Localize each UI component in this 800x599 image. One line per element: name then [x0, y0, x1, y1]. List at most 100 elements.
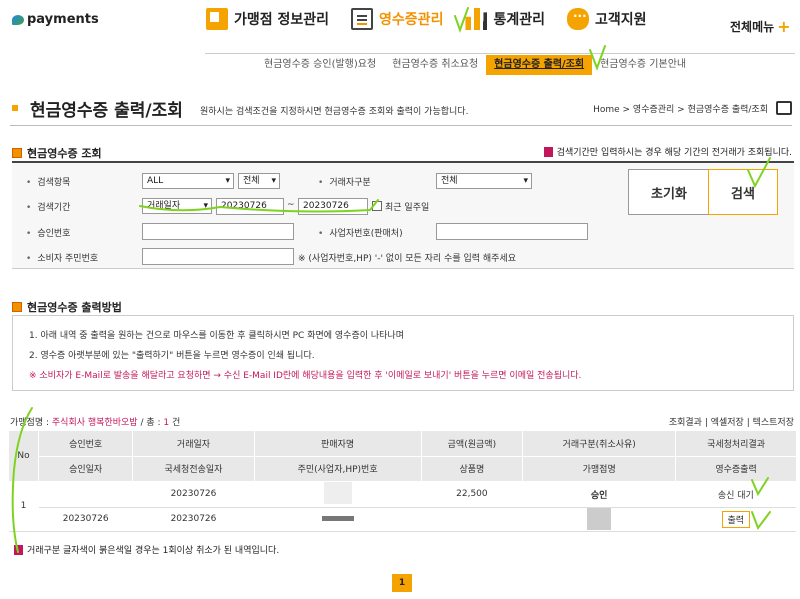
result-export-links[interactable]: 조회결과 | 엑셀저장 | 텍스트저장 [669, 415, 794, 428]
col-nts-send-date: 국세청전송일자 [132, 456, 255, 482]
cell-seller [254, 481, 421, 508]
table-row[interactable]: 20230726 20230726 출력 [9, 507, 796, 532]
cell-approval-no [38, 481, 133, 508]
search-item-select[interactable]: ALL [142, 173, 234, 189]
col-trade-type: 거래구분(취소사유) [522, 431, 676, 457]
consumer-id-input[interactable] [142, 248, 294, 265]
cell-product [421, 507, 523, 532]
total-count: 1 [163, 418, 170, 428]
redacted-block [587, 508, 612, 530]
howto-box: 1. 아래 내역 중 출력을 원하는 건으로 마우스를 이동한 후 클릭하시면 … [12, 315, 794, 391]
subnav-item-basic-guide[interactable]: 현금영수증 기본안내 [592, 55, 694, 75]
page-number-button[interactable]: 1 [392, 574, 412, 592]
receipt-icon [351, 8, 374, 30]
cell-approval-date: 20230726 [38, 507, 133, 532]
breadcrumb: Home > 영수증관리 > 현금영수증 출력/조회 [593, 105, 768, 115]
howto-section-title: 현금영수증 출력방법 [27, 301, 122, 314]
subnav-item-cancel-request[interactable]: 현금영수증 취소요청 [384, 55, 486, 75]
col-approval-date: 승인일자 [37, 456, 133, 482]
bar-chart-icon [465, 8, 488, 30]
header-row: No 승인번호 거래일자 판매자명 금액(원금액) 거래구분(취소사유) 국세청… [8, 431, 796, 482]
payments-logo[interactable]: payments [12, 12, 99, 27]
logo-mark-icon [12, 14, 24, 25]
merchant-name: 주식회사 행복한바오밥 [51, 418, 138, 428]
cell-nts-send-date: 20230726 [132, 507, 255, 532]
section-marker-icon [12, 302, 22, 312]
reset-button[interactable]: 초기화 [628, 169, 710, 215]
date-from-input[interactable]: 20230726 [216, 198, 284, 215]
biz-no-input[interactable] [436, 223, 588, 240]
notice-text: 검색기간만 입력하시는 경우 해당 기간의 전거래가 조회됩니다. [556, 148, 792, 158]
table-row[interactable]: 1 20230726 22,500 승인 송신 대기 [8, 481, 796, 532]
cell-nts-result: 송신 대기 [675, 481, 796, 508]
search-notice: 검색기간만 입력하시는 경우 해당 기간의 전거래가 조회됩니다. [543, 145, 792, 158]
howto-line: 2. 영수증 아랫부분에 있는 "출력하기" 버튼을 누르면 영수증이 인쇄 됩… [29, 351, 315, 361]
howto-email-note: ※ 소비자가 E-Mail로 발송을 해달라고 요청하면 → 수신 E-Mail… [29, 371, 582, 381]
consumer-id-hint: ※ (사업자번호,HP) '-' 없이 모든 자리 수를 입력 해주세요 [298, 254, 517, 264]
results-table: No 승인번호 거래일자 판매자명 금액(원금액) 거래구분(취소사유) 국세청… [8, 431, 796, 532]
period-type-select[interactable]: 거래일자 [142, 198, 212, 214]
cell-amount: 22,500 [421, 481, 523, 508]
col-product: 상품명 [420, 456, 523, 482]
nav-divider [205, 53, 795, 54]
label-trader-type: 거래자구분 [318, 175, 370, 188]
col-approval-no: 승인번호 [37, 431, 133, 457]
recent-week-checkbox[interactable] [372, 201, 382, 211]
cancel-footnote: 거래구분 글자색이 붉은색일 경우는 1회이상 취소가 된 내역입니다. [14, 543, 279, 556]
notice-icon [543, 146, 553, 157]
col-nts-result: 국세청처리결과 [675, 431, 796, 457]
date-to-input[interactable]: 20230726 [298, 198, 368, 215]
subnav-item-print-inquiry[interactable]: 현금영수증 출력/조회 [486, 55, 593, 75]
page-title-bar: 현금영수증 출력/조회 원하시는 검색조건을 지정하시면 현금영수증 조회와 출… [10, 96, 792, 126]
cell-merchant [522, 507, 676, 532]
redacted-block [323, 481, 352, 504]
chat-icon [566, 8, 589, 30]
date-separator: ~ [287, 200, 295, 210]
recent-week-label: 최근 일주일 [385, 203, 430, 213]
nav-label: 영수증관리 [379, 12, 444, 28]
subnav-item-approval-request[interactable]: 현금영수증 승인(발행)요청 [256, 55, 384, 75]
print-button[interactable]: 출력 [721, 510, 751, 528]
label-search-period: 검색기간 [26, 200, 70, 213]
page-description: 원하시는 검색조건을 지정하시면 현금영수증 조회와 출력이 가능합니다. [200, 107, 469, 117]
cell-no: 1 [8, 481, 39, 532]
howto-line: 1. 아래 내역 중 출력을 원하는 건으로 마우스를 이동한 후 클릭하시면 … [29, 331, 404, 341]
search-section-header: 현금영수증 조회 [12, 145, 102, 161]
section-marker-icon [12, 148, 22, 158]
cell-trade-date: 20230726 [132, 481, 255, 508]
nav-item-merchant-info[interactable]: 가맹점 정보관리 [206, 8, 329, 30]
cell-print: 출력 [675, 507, 796, 532]
plus-icon: + [777, 16, 791, 36]
nav-label: 고객지원 [594, 12, 647, 28]
label-consumer-id: 소비자 주민번호 [26, 251, 98, 264]
approval-no-input[interactable] [142, 223, 294, 240]
nav-item-customer-support[interactable]: 고객지원 [566, 8, 647, 30]
trader-type-select[interactable]: 전체 [436, 173, 532, 189]
redacted-block [321, 516, 354, 521]
search-button[interactable]: 검색 [708, 169, 778, 215]
header-row: 승인일자 국세청전송일자 주민(사업자,HP)번호 상품명 가맹점명 영수증출력 [9, 456, 796, 482]
label-approval-no: 승인번호 [26, 226, 70, 239]
all-menu-button[interactable]: 전체메뉴 + [730, 18, 791, 35]
page-title: 현금영수증 출력/조회 [30, 101, 183, 121]
howto-section-header: 현금영수증 출력방법 [12, 299, 122, 315]
col-id-number: 주민(사업자,HP)번호 [253, 456, 421, 482]
search-form: 검색항목 ALL 전체 거래자구분 전체 검색기간 거래일자 20230726 … [12, 161, 794, 269]
cell-trade-type: 승인 [522, 481, 676, 508]
all-menu-label: 전체메뉴 [730, 20, 775, 34]
total-label: / 총 : [140, 418, 161, 428]
label-biz-no: 사업자번호(판매처) [318, 226, 402, 239]
col-amount: 금액(원금액) [420, 431, 523, 457]
nav-item-statistics[interactable]: 통계관리 [465, 8, 545, 30]
nav-label: 가맹점 정보관리 [234, 12, 330, 28]
col-seller: 판매자명 [253, 431, 421, 457]
search-item-sub-select[interactable]: 전체 [238, 173, 280, 189]
col-no: No [8, 431, 39, 482]
footnote-text: 거래구분 글자색이 붉은색일 경우는 1회이상 취소가 된 내역입니다. [27, 546, 280, 556]
printer-icon[interactable] [776, 101, 792, 115]
nav-label: 통계관리 [493, 12, 545, 28]
logo-text: payments [27, 12, 99, 27]
cell-id-number [254, 507, 421, 532]
nav-item-receipt-management[interactable]: 영수증관리 [351, 8, 443, 30]
label-search-item: 검색항목 [26, 175, 70, 188]
